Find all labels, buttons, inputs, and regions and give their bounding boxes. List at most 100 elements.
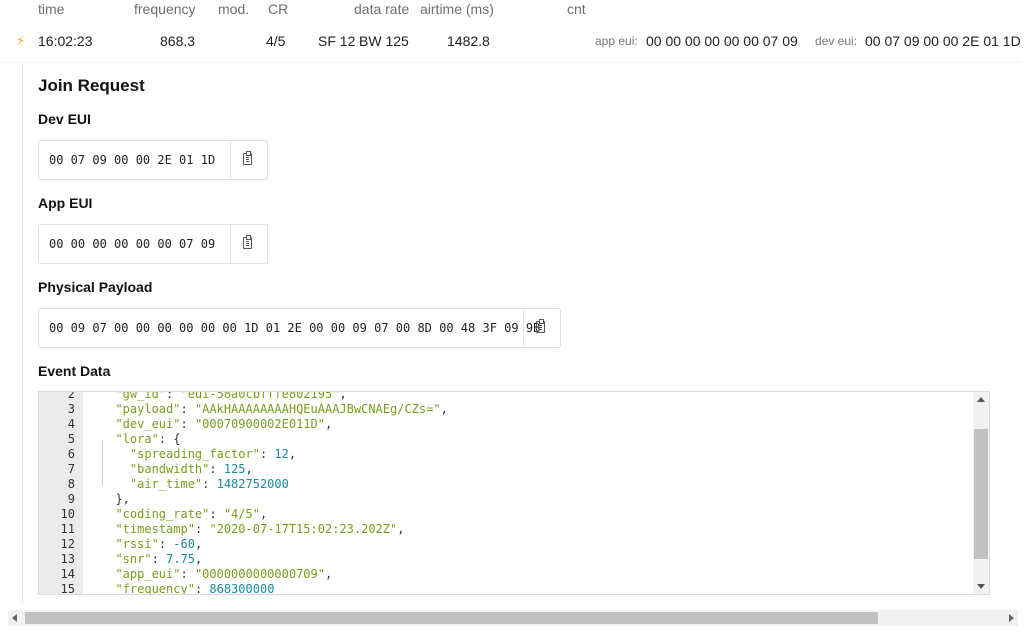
scroll-down-icon[interactable]	[977, 584, 985, 589]
line-number: 2	[67, 391, 75, 401]
clipboard-icon	[243, 151, 252, 165]
code-token-indent	[101, 537, 115, 551]
scroll-right-icon[interactable]	[1009, 614, 1014, 622]
code-token-key: "snr"	[115, 552, 152, 566]
code-token-sep: :	[209, 462, 224, 476]
code-token-val: "00070900002E011D"	[194, 417, 325, 431]
code-token-key: "air_time"	[129, 477, 203, 491]
code-token-tail: ,	[324, 417, 333, 431]
copy-payload-button[interactable]	[523, 309, 560, 347]
col-cr[interactable]: CR	[268, 1, 288, 17]
code-token-indent	[101, 432, 115, 446]
code-token-sep: :	[180, 402, 195, 416]
code-text: "snr": 7.75,	[101, 552, 202, 567]
code-token-indent	[101, 552, 115, 566]
dev-eui-value: 00 07 09 00 00 2E 01 1D	[865, 33, 1021, 49]
horizontal-scroll-thumb[interactable]	[25, 612, 878, 624]
line-number: 7	[67, 462, 75, 476]
col-data-rate[interactable]: data rate	[354, 1, 409, 17]
copy-app-eui-button[interactable]	[230, 225, 267, 263]
code-token-sep: :	[194, 522, 210, 536]
app-eui-field-value[interactable]: 00 00 00 00 00 00 07 09	[49, 237, 215, 251]
code-line: 9 },	[39, 492, 969, 507]
line-number: 6	[67, 447, 75, 461]
clipboard-icon	[536, 319, 545, 333]
code-token-val: 125	[223, 462, 246, 476]
clipboard-icon	[243, 235, 252, 249]
col-frequency[interactable]: frequency	[134, 1, 195, 17]
code-token-val: "2020-07-17T15:02:23.202Z"	[209, 522, 398, 536]
code-token-key: "lora"	[115, 432, 159, 446]
line-number: 12	[60, 537, 75, 551]
code-token-sep: :	[151, 552, 167, 566]
app-eui-heading: App EUI	[38, 195, 93, 211]
code-token-sep: :	[194, 582, 210, 595]
event-data-heading: Event Data	[38, 363, 111, 379]
event-cr: 4/5	[266, 33, 286, 49]
event-row[interactable]: ⚡ 16:02:23 868.3 4/5 SF 12 BW 125 1482.8…	[0, 18, 1021, 63]
code-token-val: 868300000	[209, 582, 275, 595]
code-line: 5 "lora": {	[39, 432, 969, 447]
code-line: 8 "air_time": 1482752000	[39, 477, 969, 492]
code-line: 14 "app_eui": "0000000000000709",	[39, 567, 969, 582]
line-number: 11	[60, 522, 75, 536]
event-detail-panel: Join Request Dev EUI 00 07 09 00 00 2E 0…	[22, 64, 1021, 604]
line-number: 10	[60, 507, 75, 521]
code-token-indent	[101, 567, 115, 581]
code-text: "air_time": 1482752000	[101, 477, 289, 492]
code-token-sep: :	[158, 537, 174, 551]
table-header: time frequency mod. CR data rate airtime…	[0, 0, 1020, 18]
code-token-sep: :	[202, 477, 217, 491]
code-text: "payload": "AAkHAAAAAAAAHQEuAAAJBwCNAEg/…	[101, 402, 447, 417]
line-number: 15	[60, 582, 75, 595]
code-token-tail: ,	[288, 447, 297, 461]
code-token-indent	[101, 462, 130, 476]
code-token-indent	[101, 582, 115, 594]
dev-eui-field: 00 07 09 00 00 2E 01 1D	[38, 140, 268, 180]
code-token-tail: ,	[259, 507, 268, 521]
editor-vertical-scrollbar[interactable]	[973, 392, 989, 594]
code-token-key: "spreading_factor"	[129, 447, 260, 461]
col-airtime[interactable]: airtime (ms)	[420, 1, 494, 17]
code-text: "rssi": -60,	[101, 537, 202, 552]
dev-eui-label: dev eui:	[815, 34, 858, 48]
physical-payload-value[interactable]: 00 09 07 00 00 00 00 00 00 1D 01 2E 00 0…	[49, 321, 540, 335]
code-token-indent	[101, 447, 130, 461]
code-line: 13 "snr": 7.75,	[39, 552, 969, 567]
editor-scroll-thumb[interactable]	[974, 429, 988, 559]
scroll-up-icon[interactable]	[977, 397, 985, 402]
scroll-left-icon[interactable]	[12, 614, 17, 622]
code-text: },	[101, 492, 129, 507]
code-line: 4 "dev_eui": "00070900002E011D",	[39, 417, 969, 432]
code-token-val: "eui-58a0cbfffe802195"	[180, 391, 340, 401]
code-token-sep: :	[166, 391, 181, 401]
code-token-indent	[101, 477, 130, 491]
event-sf: SF 12	[318, 33, 356, 49]
code-token-key: "gw_id"	[115, 391, 167, 401]
code-token-sep: :	[209, 507, 224, 521]
dev-eui-field-value[interactable]: 00 07 09 00 00 2E 01 1D	[49, 153, 215, 167]
event-data-editor[interactable]: 2 "gw_id": "eui-58a0cbfffe802195", 3 "pay…	[38, 391, 990, 595]
code-lines: 2 "gw_id": "eui-58a0cbfffe802195", 3 "pay…	[39, 391, 969, 595]
app-eui-field: 00 00 00 00 00 00 07 09	[38, 224, 268, 264]
code-token-val: "4/5"	[223, 507, 260, 521]
horizontal-scrollbar[interactable]	[8, 610, 1018, 626]
code-line: 15 "frequency": 868300000	[39, 582, 969, 595]
code-token-indent	[101, 492, 115, 506]
code-token-key: "app_eui"	[115, 567, 181, 581]
code-token-key: "rssi"	[115, 537, 159, 551]
event-frequency: 868.3	[160, 33, 196, 49]
copy-dev-eui-button[interactable]	[230, 141, 267, 179]
code-token-key: "dev_eui"	[115, 417, 181, 431]
code-token-key: "coding_rate"	[115, 507, 210, 521]
code-token-indent	[101, 507, 115, 521]
code-line: 12 "rssi": -60,	[39, 537, 969, 552]
col-cnt[interactable]: cnt	[567, 1, 586, 17]
col-time[interactable]: time	[38, 1, 64, 17]
code-text: "spreading_factor": 12,	[101, 447, 296, 462]
code-line: 7 "bandwidth": 125,	[39, 462, 969, 477]
code-text: "timestamp": "2020-07-17T15:02:23.202Z",	[101, 522, 404, 537]
code-token-sep: :	[158, 432, 174, 446]
col-mod[interactable]: mod.	[218, 1, 249, 17]
code-token-tail: ,	[194, 537, 203, 551]
